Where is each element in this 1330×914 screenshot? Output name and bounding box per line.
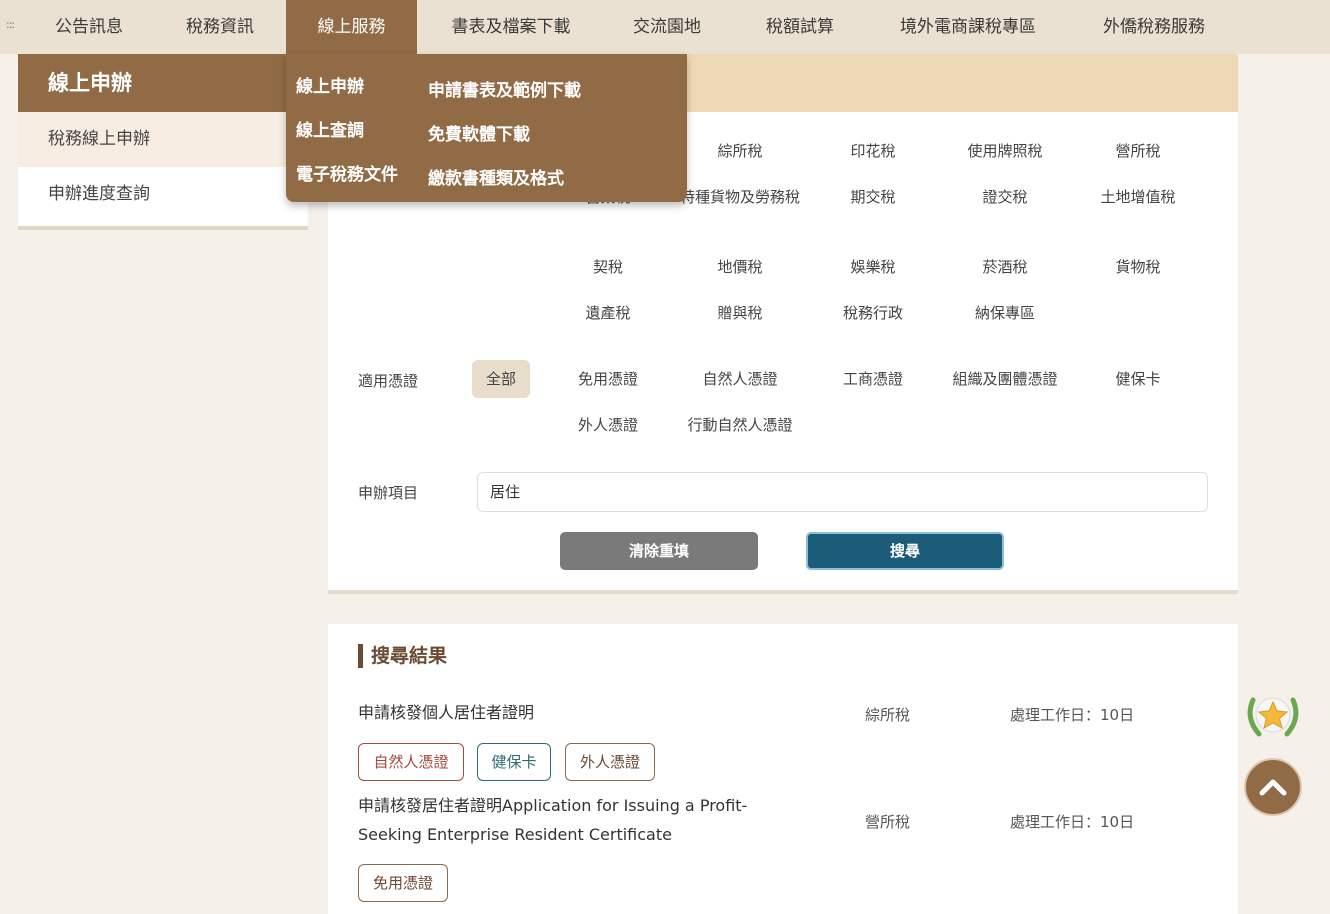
tax-option[interactable]: 印花稅	[813, 140, 933, 162]
clear-button[interactable]: 清除重填	[560, 532, 758, 570]
result-tax: 綜所稅	[865, 706, 911, 724]
tax-option[interactable]: 期交稅	[813, 186, 933, 208]
sidebar-item-online-application[interactable]: 稅務線上申辦	[18, 112, 308, 167]
result-tag: 外人憑證	[565, 743, 655, 781]
results-title: 搜尋結果	[358, 644, 447, 668]
cert-all-chip[interactable]: 全部	[472, 360, 530, 398]
tax-option[interactable]: 娛樂稅	[813, 256, 933, 278]
tax-option[interactable]: 使用牌照稅	[945, 140, 1065, 162]
tax-option[interactable]: 地價稅	[680, 256, 800, 278]
nav-item-tax-info[interactable]: 稅務資訊	[165, 0, 275, 54]
tax-option[interactable]: 契稅	[548, 256, 668, 278]
result-processing-days: 處理工作日：10日	[1010, 813, 1135, 831]
tax-option[interactable]: 贈與稅	[680, 302, 800, 324]
chevron-up-icon	[1259, 779, 1287, 796]
dropdown-item-online-lookup[interactable]: 線上查調	[296, 116, 364, 141]
tax-option[interactable]: 稅務行政	[813, 302, 933, 324]
result-tax: 營所稅	[865, 813, 911, 831]
cert-option[interactable]: 組織及團體憑證	[945, 368, 1065, 390]
dropdown-item-e-tax-documents[interactable]: 電子稅務文件	[296, 160, 398, 185]
top-navigation: ::: 公告訊息 稅務資訊 線上服務 書表及檔案下載 交流園地 稅額試算 境外電…	[0, 0, 1330, 54]
dropdown-item-free-software[interactable]: 免費軟體下載	[428, 120, 530, 145]
item-search-input[interactable]: 居住	[477, 472, 1208, 512]
nav-item-forms-download[interactable]: 書表及檔案下載	[438, 0, 584, 54]
tax-option[interactable]: 土地增值稅	[1078, 186, 1198, 208]
tax-option[interactable]: 菸酒稅	[945, 256, 1065, 278]
cert-option[interactable]: 工商憑證	[813, 368, 933, 390]
scroll-to-top-button[interactable]	[1244, 758, 1302, 816]
tax-option[interactable]: 證交稅	[945, 186, 1065, 208]
nav-item-announcements[interactable]: 公告訊息	[34, 0, 144, 54]
result-tag: 免用憑證	[358, 864, 448, 902]
cert-option[interactable]: 自然人憑證	[680, 368, 800, 390]
nav-item-cross-border-ecommerce[interactable]: 境外電商課稅專區	[885, 0, 1051, 54]
result-tag: 健保卡	[477, 743, 551, 781]
grip-icon[interactable]: :::	[6, 18, 15, 31]
dropdown-item-online-application[interactable]: 線上申辦	[296, 72, 364, 97]
search-results-panel: 搜尋結果 申請核發個人居住者證明 綜所稅 處理工作日：10日 自然人憑證 健保卡…	[328, 624, 1238, 914]
cert-option[interactable]: 行動自然人憑證	[680, 414, 800, 436]
tax-option[interactable]: 貨物稅	[1078, 256, 1198, 278]
item-label: 申辦項目	[358, 484, 419, 502]
cert-option[interactable]: 外人憑證	[548, 414, 668, 436]
nav-item-expat-tax-services[interactable]: 外僑稅務服務	[1087, 0, 1221, 54]
cert-label: 適用憑證	[358, 372, 419, 390]
tax-option[interactable]: 納保專區	[945, 302, 1065, 324]
result-name[interactable]: 申請核發居住者證明Application for Issuing a Profi…	[358, 791, 808, 849]
dropdown-item-forms-samples[interactable]: 申請書表及範例下載	[428, 76, 581, 101]
tax-option[interactable]: 特種貨物及勞務稅	[680, 186, 800, 208]
nav-item-forum[interactable]: 交流園地	[612, 0, 722, 54]
tax-option[interactable]: 遺產稅	[548, 302, 668, 324]
cert-option[interactable]: 免用憑證	[548, 368, 668, 390]
search-button[interactable]: 搜尋	[806, 532, 1004, 570]
online-services-dropdown: 線上申辦 線上查調 電子稅務文件 申請書表及範例下載 免費軟體下載 繳款書種類及…	[286, 54, 687, 202]
result-tag: 自然人憑證	[358, 743, 464, 781]
sidebar-item-progress-query[interactable]: 申辦進度查詢	[18, 167, 308, 222]
tax-option[interactable]: 綜所稅	[680, 140, 800, 162]
result-name[interactable]: 申請核發個人居住者證明	[358, 698, 808, 727]
sidebar-title: 線上申辦	[18, 54, 308, 112]
cert-option[interactable]: 健保卡	[1078, 368, 1198, 390]
tax-option[interactable]: 營所稅	[1078, 140, 1198, 162]
nav-item-tax-calculator[interactable]: 稅額試算	[745, 0, 855, 54]
result-processing-days: 處理工作日：10日	[1010, 706, 1135, 724]
award-star-icon[interactable]	[1243, 690, 1303, 744]
sidebar: 線上申辦 稅務線上申辦 申辦進度查詢	[18, 54, 308, 230]
dropdown-item-payment-formats[interactable]: 繳款書種類及格式	[428, 164, 564, 189]
nav-item-online-services[interactable]: 線上服務	[286, 0, 417, 54]
